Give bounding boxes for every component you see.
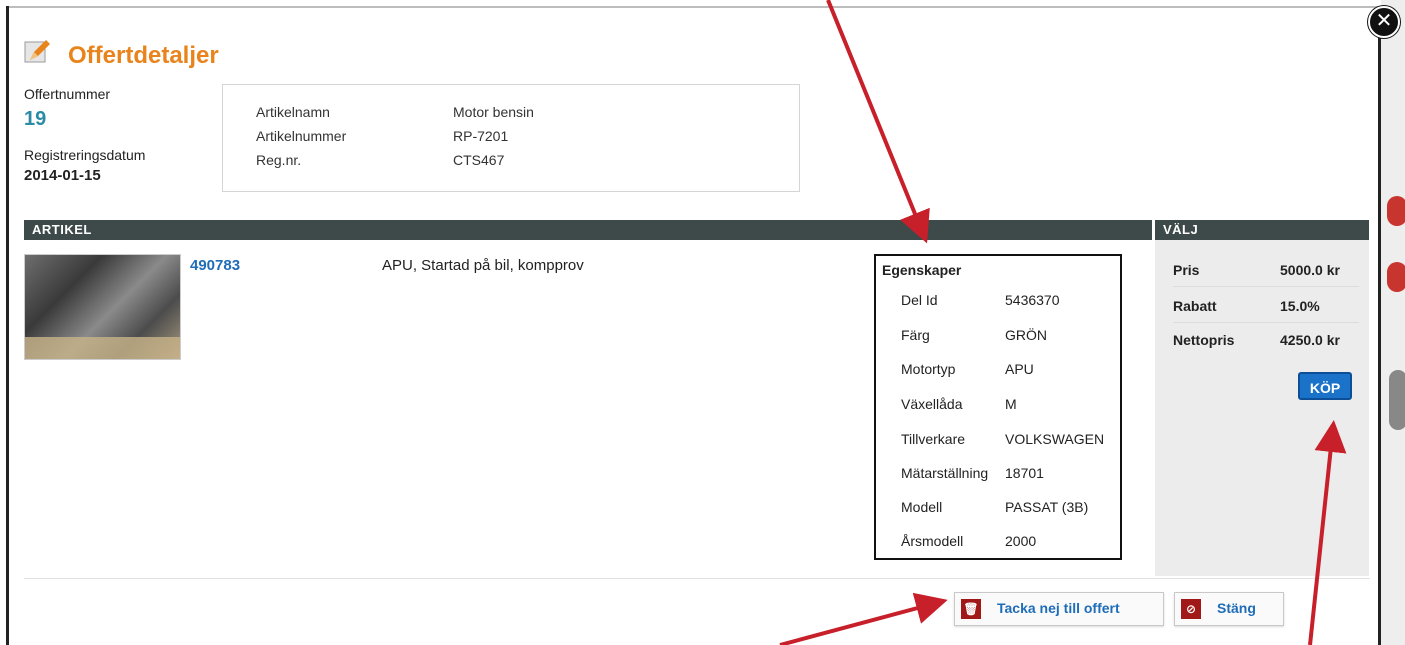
annotation-arrows (779, 0, 1347, 645)
annotation-arrow (779, 592, 948, 645)
annotation-arrow (826, 0, 930, 244)
annotation-arrow (1308, 420, 1347, 645)
